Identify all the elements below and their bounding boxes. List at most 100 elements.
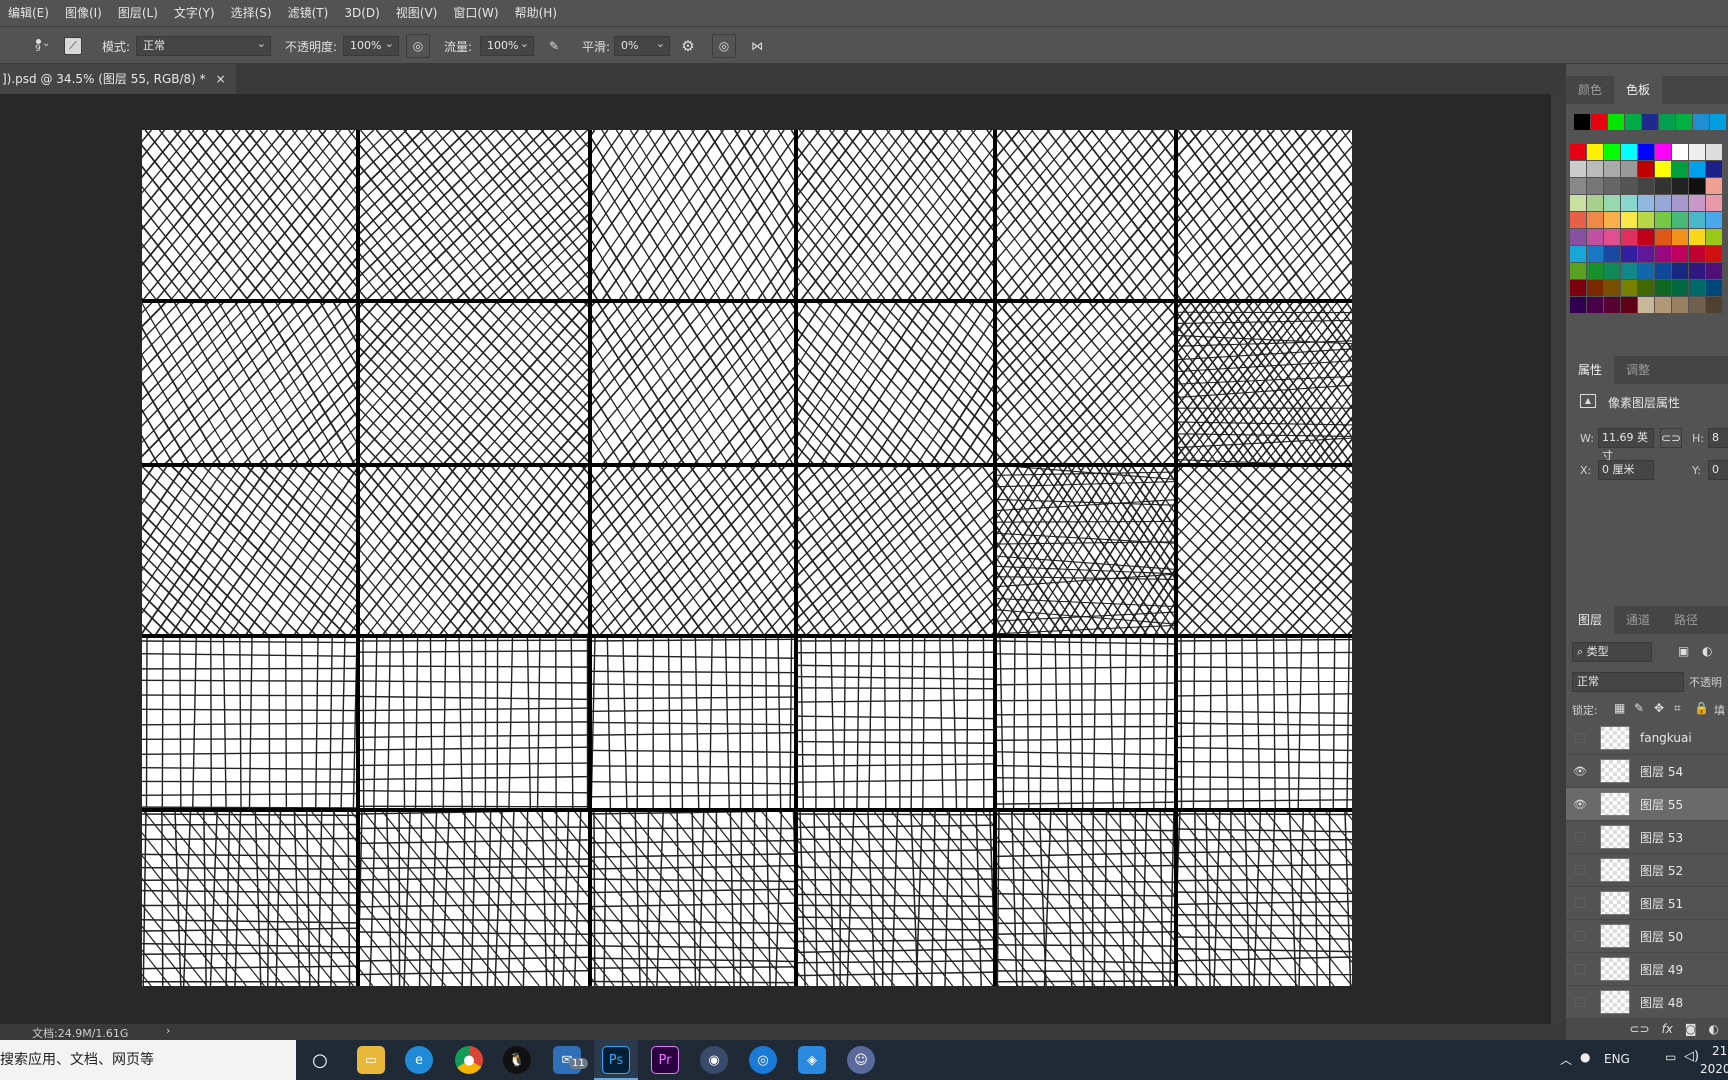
swatch[interactable] <box>1621 229 1637 245</box>
close-icon[interactable]: × <box>216 64 226 94</box>
swatch[interactable] <box>1655 144 1671 160</box>
menu-filter[interactable]: 滤镜(T) <box>280 0 337 26</box>
chevron-down-icon[interactable]: ⌄ <box>42 38 50 49</box>
swatch[interactable] <box>1570 263 1586 279</box>
lock-transparency-icon[interactable]: ▦ <box>1614 701 1625 715</box>
photoshop-icon[interactable]: Ps <box>602 1046 630 1074</box>
swatch[interactable] <box>1638 280 1654 296</box>
swatch[interactable] <box>1706 297 1722 313</box>
swatch[interactable] <box>1672 229 1688 245</box>
swatch[interactable] <box>1706 263 1722 279</box>
tab-layers[interactable]: 图层 <box>1566 606 1615 634</box>
layer-row[interactable]: 图层 49 <box>1566 953 1728 986</box>
swatch[interactable] <box>1689 195 1705 211</box>
swatch[interactable] <box>1706 229 1722 245</box>
swatch[interactable] <box>1587 297 1603 313</box>
file-explorer-icon[interactable]: ▭ <box>357 1046 385 1074</box>
swatch[interactable] <box>1706 195 1722 211</box>
tab-paths[interactable]: 路径 <box>1662 606 1710 634</box>
swatch[interactable] <box>1621 212 1637 228</box>
swatch[interactable] <box>1706 280 1722 296</box>
chrome-icon[interactable]: ● <box>455 1046 483 1074</box>
document-tab[interactable]: ]).psd @ 34.5% (图层 55, RGB/8) * × <box>0 64 236 94</box>
visibility-toggle[interactable] <box>1575 832 1585 842</box>
swatch[interactable] <box>1689 297 1705 313</box>
swatch[interactable] <box>1587 246 1603 262</box>
mode-select[interactable]: 正常 <box>136 35 271 56</box>
swatch[interactable] <box>1604 280 1620 296</box>
menu-3d[interactable]: 3D(D) <box>336 0 387 26</box>
tab-color[interactable]: 颜色 <box>1566 76 1614 104</box>
tab-swatches[interactable]: 色板 <box>1614 76 1663 104</box>
swatch[interactable] <box>1587 263 1603 279</box>
visibility-toggle[interactable] <box>1575 964 1585 974</box>
swatch[interactable] <box>1604 144 1620 160</box>
lock-pixels-icon[interactable]: ✎ <box>1634 701 1644 715</box>
opacity-field[interactable]: 100% <box>343 35 399 56</box>
filter-pixel-icon[interactable]: ▣ <box>1678 644 1689 658</box>
visibility-toggle[interactable] <box>1575 865 1585 875</box>
swatch[interactable] <box>1706 161 1722 177</box>
swatch[interactable] <box>1587 229 1603 245</box>
recent-swatch[interactable] <box>1676 114 1692 130</box>
browser-app-icon[interactable]: ◎ <box>749 1046 777 1074</box>
layer-row[interactable]: 👁 图层 54 <box>1566 755 1728 788</box>
swatch[interactable] <box>1621 178 1637 194</box>
status-menu-arrow[interactable]: › <box>166 1024 170 1037</box>
swatch[interactable] <box>1604 246 1620 262</box>
menu-type[interactable]: 文字(Y) <box>166 0 223 26</box>
height-field[interactable]: 8 <box>1708 428 1728 448</box>
symmetry-butterfly-icon[interactable]: ⋈ <box>745 34 769 58</box>
clock-date[interactable]: 2020 <box>1700 1062 1728 1076</box>
add-mask-icon[interactable]: ◙ <box>1685 1022 1697 1036</box>
qq-icon[interactable]: 🐧 <box>503 1046 531 1074</box>
menu-help[interactable]: 帮助(H) <box>507 0 565 26</box>
swatch[interactable] <box>1604 297 1620 313</box>
menu-image[interactable]: 图像(I) <box>57 0 110 26</box>
lock-all-icon[interactable]: 🔒 <box>1694 701 1709 715</box>
brush-preset-picker[interactable]: 9 <box>20 34 56 58</box>
swatch[interactable] <box>1638 263 1654 279</box>
swatch[interactable] <box>1621 297 1637 313</box>
swatch[interactable] <box>1689 280 1705 296</box>
swatch[interactable] <box>1638 178 1654 194</box>
swatch[interactable] <box>1672 178 1688 194</box>
swatch[interactable] <box>1621 263 1637 279</box>
swatch[interactable] <box>1655 246 1671 262</box>
recent-swatch[interactable] <box>1574 114 1590 130</box>
swatch[interactable] <box>1655 297 1671 313</box>
fx-icon[interactable]: fx <box>1662 1022 1673 1036</box>
y-field[interactable]: 0 <box>1708 460 1728 480</box>
x-field[interactable]: 0 厘米 <box>1598 460 1654 480</box>
swatch[interactable] <box>1672 195 1688 211</box>
swatch[interactable] <box>1604 212 1620 228</box>
swatch[interactable] <box>1604 178 1620 194</box>
network-icon[interactable]: ▭ <box>1665 1050 1676 1064</box>
swatch[interactable] <box>1621 195 1637 211</box>
layer-row[interactable]: 图层 52 <box>1566 854 1728 887</box>
layer-row[interactable]: 👁 图层 55 <box>1566 788 1728 821</box>
recent-swatch[interactable] <box>1659 114 1675 130</box>
recent-swatch[interactable] <box>1625 114 1641 130</box>
app-store-icon[interactable]: ◈ <box>798 1046 826 1074</box>
swatch[interactable] <box>1570 178 1586 194</box>
pressure-opacity-icon[interactable]: ◎ <box>406 34 430 58</box>
swatch[interactable] <box>1706 178 1722 194</box>
flow-field[interactable]: 100% <box>480 35 534 56</box>
visibility-toggle[interactable] <box>1575 898 1585 908</box>
swatch[interactable] <box>1621 280 1637 296</box>
swatch[interactable] <box>1672 297 1688 313</box>
visibility-toggle[interactable] <box>1575 733 1585 743</box>
swatch[interactable] <box>1638 161 1654 177</box>
swatch[interactable] <box>1587 212 1603 228</box>
visibility-toggle[interactable] <box>1575 931 1585 941</box>
swatch[interactable] <box>1689 212 1705 228</box>
swatch[interactable] <box>1672 144 1688 160</box>
swatch[interactable] <box>1672 212 1688 228</box>
swatch[interactable] <box>1570 229 1586 245</box>
swatch[interactable] <box>1587 178 1603 194</box>
brush-panel-toggle[interactable]: ⟋ <box>64 34 82 58</box>
recent-swatch[interactable] <box>1608 114 1624 130</box>
swatch[interactable] <box>1621 144 1637 160</box>
swatch[interactable] <box>1570 212 1586 228</box>
